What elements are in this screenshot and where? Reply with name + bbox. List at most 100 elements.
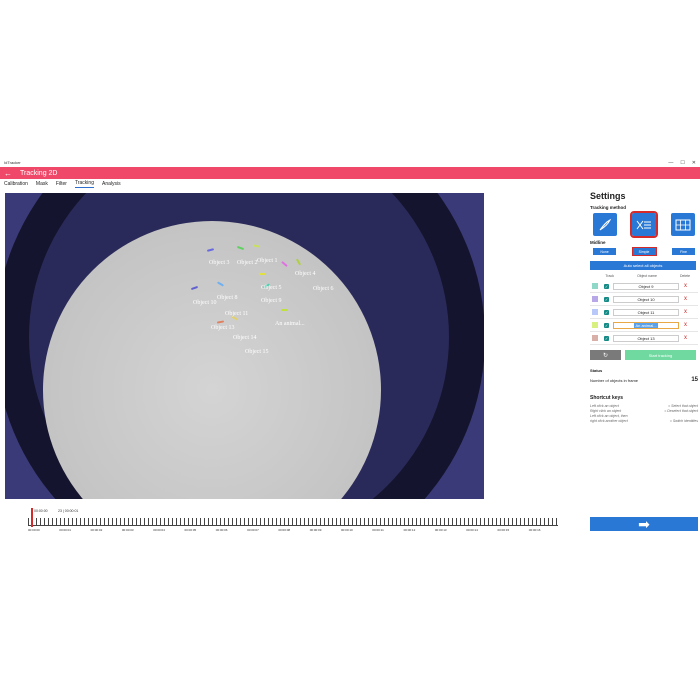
timeline-label: 00:00:13 [434,528,447,532]
timeline-label: 00:00:03 [121,528,134,532]
tab-bar: Calibration Mask Filter Tracking Analysi… [0,179,700,189]
timeline-label: 00:00:01 [59,528,71,532]
midline-label: Midline [590,240,606,245]
next-button[interactable]: ➡ [590,516,698,532]
timeline-label: 00:00:02 [90,528,103,532]
timeline-label: 00:00:10 [341,528,353,532]
timeline-current-frame: 23 | 00:00:01 [58,509,79,513]
tracking-method-label: Tracking method [590,205,627,210]
maximize-button[interactable]: ☐ [680,160,684,166]
object-name-value: An animal... [634,322,658,328]
delete-icon[interactable]: x [684,309,687,315]
shortcut-row: Left click an object = Select that object [590,404,698,408]
object-name-field[interactable]: Object 11 [613,308,679,316]
minimize-button[interactable]: — [668,160,673,166]
delete-icon[interactable]: x [684,296,687,302]
track-checkbox[interactable]: ✓ [604,296,609,302]
tab-mask[interactable]: Mask [36,181,48,188]
table-row: ✓ Object 9 x [590,280,698,293]
timeline-ticks[interactable] [28,518,558,526]
shortcut-row: Left click an object, then [590,414,698,418]
object-label-8: Object 8 [217,295,238,301]
objects-in-frame-label: Number of objects in frame [590,377,639,383]
shortcut-key: right click another object [590,419,628,423]
shortcut-key: Left click an object [590,404,619,408]
midline-fine-button[interactable]: Fine [672,248,695,255]
refresh-icon: ↻ [602,352,609,359]
feather-icon [599,218,612,230]
timeline-label: 00:00:14 [466,528,478,532]
reset-button[interactable]: ↻ [590,350,621,360]
color-swatch [592,322,598,328]
delete-column-header: Delete [680,274,691,278]
object-name-field[interactable]: An animal... [613,321,679,329]
track-checkbox[interactable]: ✓ [604,335,609,341]
object-name-value: Object 10 [637,296,655,302]
object-label-15: Object 15 [245,349,269,355]
timeline-start-time: 00:00:00 [34,509,48,513]
video-viewer[interactable]: Object 3 Object 2 Object 1 Object 4 Obje… [5,193,484,499]
tracked-object-marker[interactable] [281,309,288,311]
timeline-label: 00:00:11 [372,528,384,532]
window-titlebar: IdTracker — ☐ ✕ [0,158,700,167]
split-paths-icon [636,220,651,229]
auto-select-button[interactable]: Auto select all objects [590,261,696,270]
object-table-header: Track Object name Delete [590,274,698,278]
midline-simple-button[interactable]: Simple [631,247,657,256]
table-row: ✓ An animal... x [590,319,698,332]
close-button[interactable]: ✕ [692,160,696,166]
tab-analysis[interactable]: Analysis [102,181,121,188]
timeline-label: 00:00:07 [247,528,259,532]
object-label-6: Object 6 [313,286,334,292]
track-checkbox[interactable]: ✓ [604,309,609,315]
timeline-label: 00:00:09 [309,528,322,532]
shortcut-key: Left click an object, then [590,414,628,418]
object-table: ✓ Object 9 x ✓ Object 10 x ✓ Object 11 x… [590,280,698,345]
timeline-playhead[interactable] [31,508,33,527]
arrow-left-icon[interactable]: ← [4,169,12,178]
shortcut-key: Right click an object [590,409,622,413]
object-name-field[interactable]: Object 9 [613,282,679,290]
objects-in-frame-value: 15 [691,377,698,383]
object-label-4: Object 4 [295,271,316,277]
tab-filter[interactable]: Filter [56,181,67,188]
object-label-1: Object 1 [257,258,278,264]
timeline-label: 00:00:12 [403,528,416,532]
tracking-method-group [590,211,698,238]
timeline-label: 00:00:16 [528,528,541,532]
object-name-field[interactable]: Object 10 [613,295,679,303]
start-tracking-button[interactable]: Start tracking [625,350,696,360]
object-label-5: Object 5 [261,285,282,291]
page-title: Tracking 2D [20,169,58,177]
tab-tracking[interactable]: Tracking [74,180,94,188]
window-title: IdTracker [4,160,21,165]
track-checkbox[interactable]: ✓ [604,283,609,289]
delete-icon[interactable]: x [684,322,687,328]
app-window: IdTracker — ☐ ✕ ← Tracking 2D Calibratio… [0,158,700,538]
delete-icon[interactable]: x [684,283,687,289]
object-name-field[interactable]: Object 13 [613,334,679,342]
track-checkbox[interactable]: ✓ [604,322,609,328]
timeline-label: 00:00:00 [28,528,40,532]
object-name-value: Object 11 [637,309,655,315]
tracking-actions: ↻ Start tracking [590,350,698,360]
timeline-label: 00:00:04 [153,528,165,532]
delete-icon[interactable]: x [684,335,687,341]
tracked-object-marker[interactable] [259,273,266,275]
settings-title: Settings [590,191,626,201]
object-label-2: Object 2 [237,260,258,266]
color-swatch [592,335,598,341]
color-swatch [592,296,598,302]
method-feather-button[interactable] [593,213,617,236]
method-split-button[interactable] [630,211,658,238]
timeline[interactable]: 00:00:00 23 | 00:00:01 00:00:00 00:00:01 0… [28,508,558,532]
shortcut-action: = Switch identities [669,419,698,423]
shortcut-action: = Deselect that object [664,409,698,413]
object-label-3: Object 3 [209,260,230,266]
color-swatch [592,283,598,289]
table-row: ✓ Object 13 x [590,332,698,345]
midline-none-button[interactable]: None [593,248,616,255]
tab-calibration[interactable]: Calibration [4,181,28,188]
shortcut-row: Right click an object = Deselect that obj… [590,409,698,413]
method-grid-button[interactable] [671,213,695,236]
